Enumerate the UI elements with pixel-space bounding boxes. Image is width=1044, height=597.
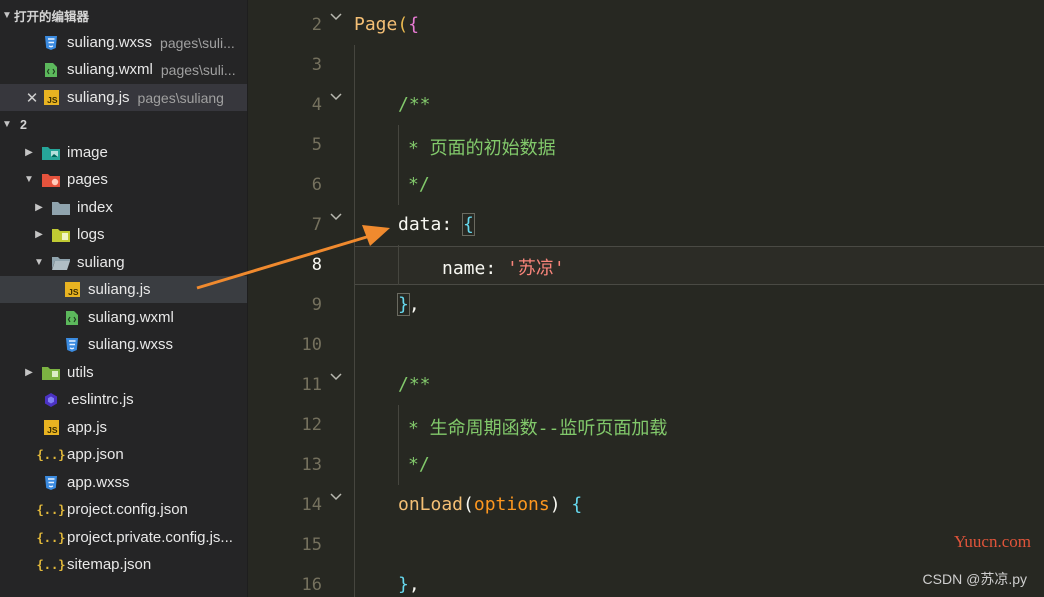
arrow-line	[196, 234, 371, 290]
site-watermark: Yuucn.com	[954, 532, 1031, 551]
arrow-head	[362, 225, 390, 246]
csdn-watermark: CSDN @苏凉.py	[922, 571, 1027, 587]
annotation-arrow	[196, 225, 390, 290]
